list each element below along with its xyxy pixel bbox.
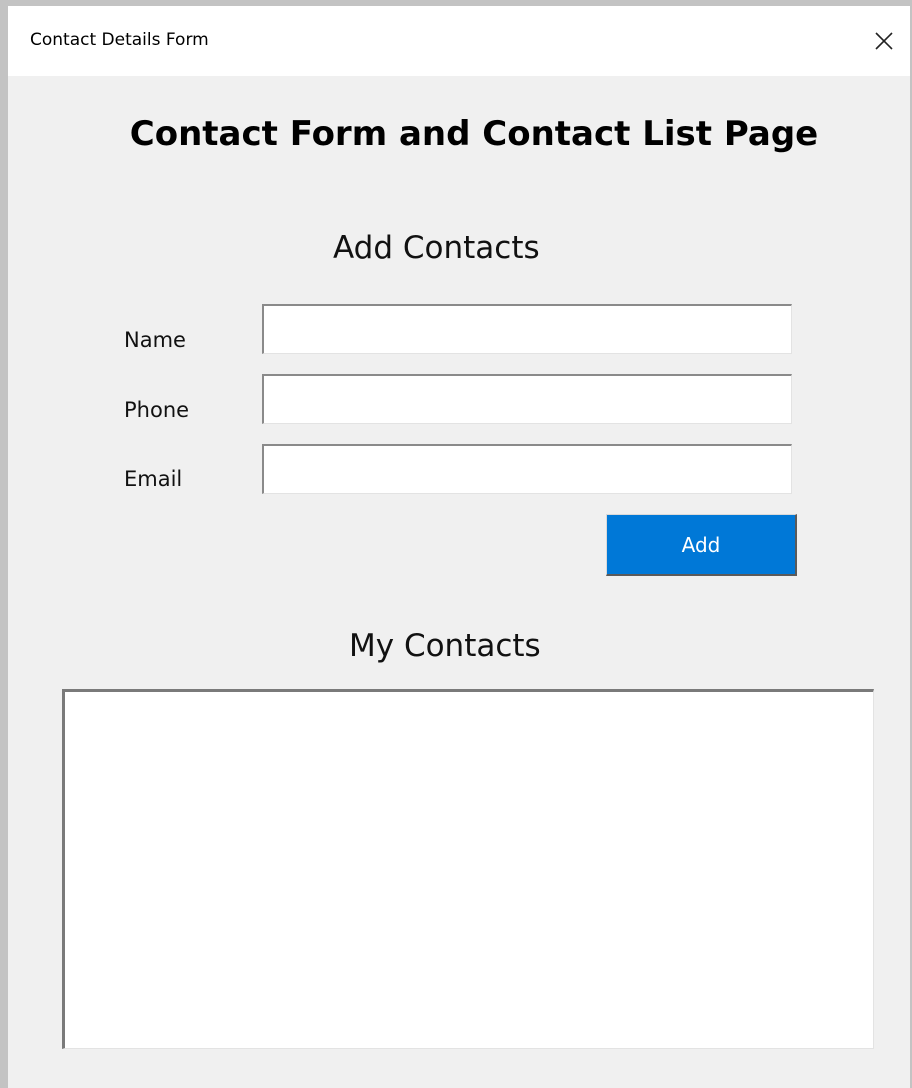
close-button[interactable]: [858, 6, 910, 76]
phone-label: Phone: [124, 398, 190, 422]
email-label: Email: [124, 467, 183, 491]
add-button[interactable]: Add: [606, 514, 797, 576]
name-label: Name: [124, 328, 186, 352]
name-input[interactable]: [262, 304, 792, 354]
add-contacts-heading: Add Contacts: [333, 230, 540, 266]
email-input[interactable]: [262, 444, 792, 494]
close-icon: [874, 31, 894, 51]
contact-details-window: Contact Details Form Contact Form and Co…: [0, 0, 912, 1088]
contacts-list[interactable]: [62, 689, 874, 1049]
window-title: Contact Details Form: [30, 30, 209, 50]
title-bar: Contact Details Form: [8, 6, 910, 76]
my-contacts-heading: My Contacts: [349, 628, 541, 664]
page-title: Contact Form and Contact List Page: [129, 114, 819, 154]
phone-input[interactable]: [262, 374, 792, 424]
